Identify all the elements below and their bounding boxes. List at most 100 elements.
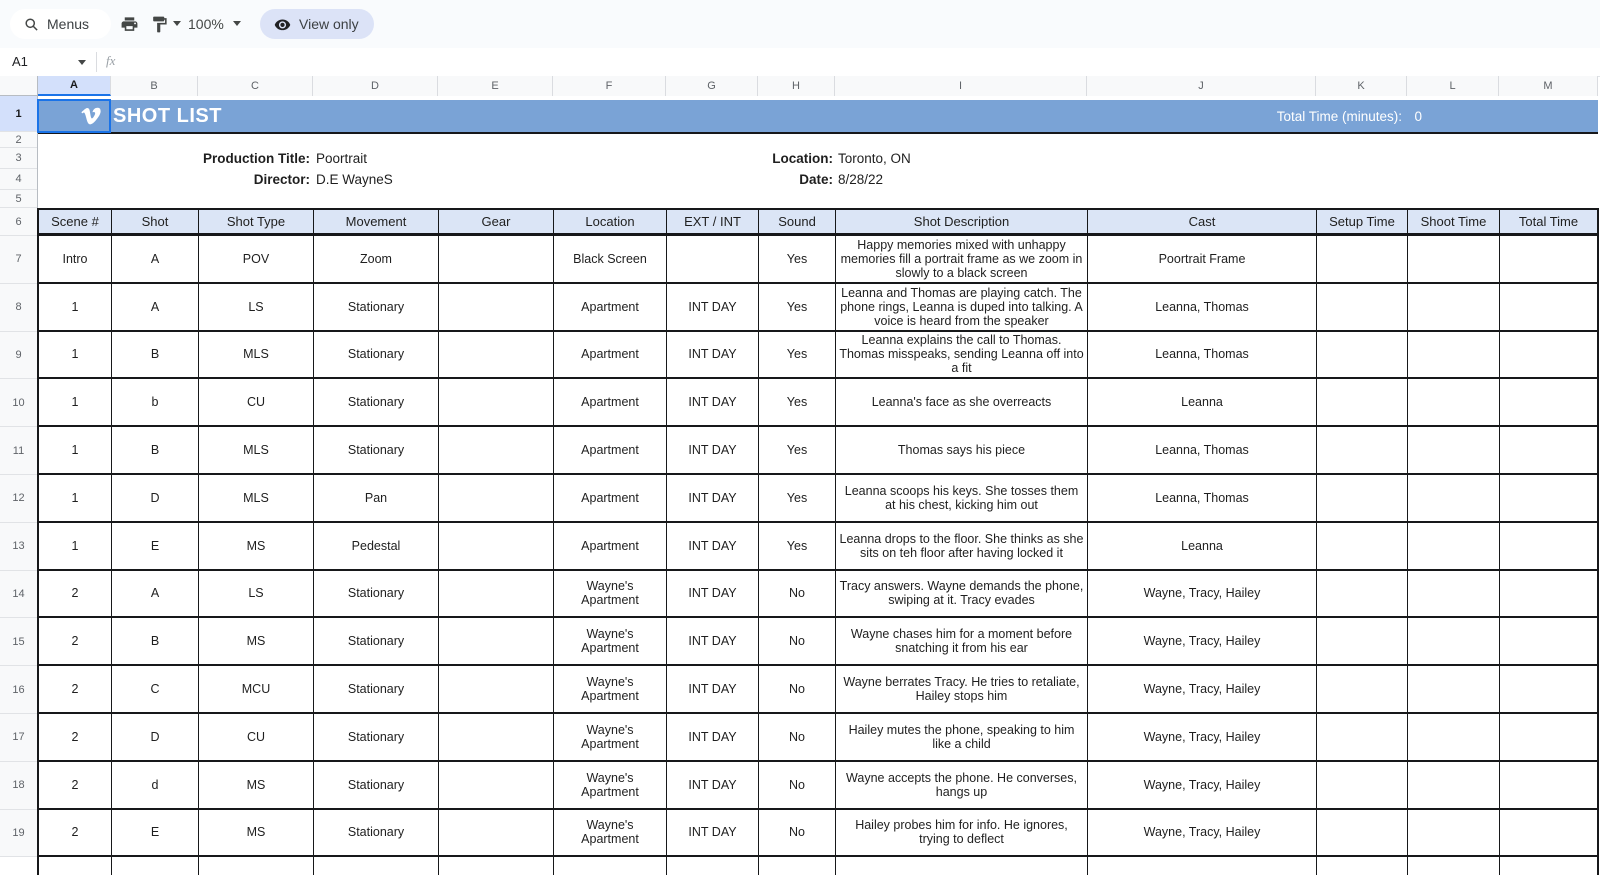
column-header-F[interactable]: F <box>553 76 666 96</box>
select-all-corner[interactable] <box>0 76 38 96</box>
table-cell[interactable] <box>667 857 759 875</box>
table-cell[interactable]: B <box>112 618 199 664</box>
row-header-8[interactable]: 8 <box>0 284 37 332</box>
table-cell[interactable] <box>439 857 554 875</box>
title-banner-cell[interactable]: SHOT LIST Total Time (minutes): 0 <box>38 100 1598 134</box>
table-cell[interactable]: 2 <box>39 810 112 856</box>
table-cell[interactable]: Poortrait Frame <box>1088 236 1317 282</box>
table-cell[interactable]: d <box>112 762 199 808</box>
table-cell[interactable]: 2 <box>39 714 112 760</box>
table-cell[interactable] <box>1317 475 1408 521</box>
table-cell[interactable] <box>1408 284 1500 330</box>
table-cell[interactable] <box>1500 714 1599 760</box>
row-header-16[interactable]: 16 <box>0 666 37 714</box>
table-cell[interactable] <box>112 857 199 875</box>
table-cell[interactable]: b <box>112 379 199 425</box>
production-title-value[interactable]: Poortrait <box>316 148 367 169</box>
table-cell[interactable]: Yes <box>759 332 836 378</box>
table-cell[interactable] <box>439 284 554 330</box>
table-cell[interactable] <box>1317 379 1408 425</box>
table-cell[interactable] <box>1500 475 1599 521</box>
table-cell[interactable] <box>1500 762 1599 808</box>
view-only-button[interactable]: View only <box>260 9 374 39</box>
row-header-5[interactable]: 5 <box>0 190 37 208</box>
column-header-A[interactable]: A <box>38 76 111 96</box>
table-cell[interactable]: LS <box>199 284 314 330</box>
column-header-E[interactable]: E <box>438 76 553 96</box>
column-header-I[interactable]: I <box>835 76 1087 96</box>
table-cell[interactable]: Yes <box>759 523 836 569</box>
date-value[interactable]: 8/28/22 <box>838 169 883 190</box>
table-cell[interactable]: Pan <box>314 475 439 521</box>
table-cell[interactable]: Yes <box>759 427 836 473</box>
table-cell[interactable]: 1 <box>39 523 112 569</box>
table-cell[interactable]: D <box>112 714 199 760</box>
header-cell[interactable]: Scene # <box>39 210 112 233</box>
table-cell[interactable]: Wayne, Tracy, Hailey <box>1088 618 1317 664</box>
table-cell[interactable] <box>1317 618 1408 664</box>
table-cell[interactable]: Wayne berrates Tracy. He tries to retali… <box>836 666 1088 712</box>
row-header-17[interactable]: 17 <box>0 714 37 762</box>
table-cell[interactable]: Leanna, Thomas <box>1088 427 1317 473</box>
table-cell[interactable] <box>1500 236 1599 282</box>
header-cell[interactable]: Cast <box>1088 210 1317 233</box>
table-cell[interactable]: MS <box>199 810 314 856</box>
table-cell[interactable] <box>1500 379 1599 425</box>
row-header-6[interactable]: 6 <box>0 208 37 236</box>
table-cell[interactable]: Leanna, Thomas <box>1088 284 1317 330</box>
row-header-7[interactable]: 7 <box>0 236 37 284</box>
table-cell[interactable]: Stationary <box>314 284 439 330</box>
location-value[interactable]: Toronto, ON <box>838 148 911 169</box>
row-header-9[interactable]: 9 <box>0 332 37 380</box>
table-cell[interactable]: Apartment <box>554 332 667 378</box>
table-cell[interactable] <box>1500 284 1599 330</box>
column-header-B[interactable]: B <box>111 76 198 96</box>
table-cell[interactable]: Tracy answers. Wayne demands the phone, … <box>836 571 1088 617</box>
production-title-label[interactable]: Production Title: <box>203 148 310 169</box>
header-cell[interactable]: Shot Type <box>199 210 314 233</box>
row-header-19[interactable]: 19 <box>0 810 37 858</box>
table-cell[interactable]: Wayne, Tracy, Hailey <box>1088 810 1317 856</box>
column-header-L[interactable]: L <box>1407 76 1499 96</box>
paint-format-icon[interactable] <box>150 15 169 34</box>
table-cell[interactable]: Apartment <box>554 427 667 473</box>
table-cell[interactable]: INT DAY <box>667 475 759 521</box>
header-cell[interactable]: Location <box>554 210 667 233</box>
table-cell[interactable] <box>439 810 554 856</box>
table-cell[interactable]: B <box>112 427 199 473</box>
table-cell[interactable]: CU <box>199 379 314 425</box>
table-cell[interactable] <box>1408 236 1500 282</box>
table-cell[interactable]: E <box>112 810 199 856</box>
table-cell[interactable] <box>1500 810 1599 856</box>
table-cell[interactable] <box>1408 427 1500 473</box>
zoom-level[interactable]: 100% <box>188 16 224 32</box>
table-cell[interactable]: Wayne's Apartment <box>554 762 667 808</box>
table-cell[interactable] <box>439 618 554 664</box>
row-header-10[interactable]: 10 <box>0 379 37 427</box>
table-cell[interactable] <box>1317 284 1408 330</box>
table-cell[interactable] <box>199 857 314 875</box>
table-cell[interactable]: INT DAY <box>667 666 759 712</box>
table-cell[interactable]: Yes <box>759 284 836 330</box>
table-cell[interactable]: Leanna and Thomas are playing catch. The… <box>836 284 1088 330</box>
column-header-D[interactable]: D <box>313 76 438 96</box>
table-cell[interactable]: 2 <box>39 618 112 664</box>
table-cell[interactable]: Stationary <box>314 427 439 473</box>
row-header-15[interactable]: 15 <box>0 618 37 666</box>
table-cell[interactable] <box>1317 762 1408 808</box>
table-cell[interactable]: Wayne accepts the phone. He converses, h… <box>836 762 1088 808</box>
table-cell[interactable]: B <box>112 332 199 378</box>
table-cell[interactable]: Stationary <box>314 571 439 617</box>
table-cell[interactable] <box>439 714 554 760</box>
table-cell[interactable] <box>1408 475 1500 521</box>
table-cell[interactable]: Intro <box>39 236 112 282</box>
table-cell[interactable]: Leanna, Thomas <box>1088 332 1317 378</box>
header-cell[interactable]: Shoot Time <box>1408 210 1500 233</box>
table-cell[interactable] <box>1500 857 1599 875</box>
table-cell[interactable]: CU <box>199 714 314 760</box>
director-label[interactable]: Director: <box>254 169 310 190</box>
date-label[interactable]: Date: <box>799 169 833 190</box>
table-cell[interactable] <box>1408 618 1500 664</box>
header-cell[interactable]: EXT / INT <box>667 210 759 233</box>
table-cell[interactable] <box>1408 332 1500 378</box>
